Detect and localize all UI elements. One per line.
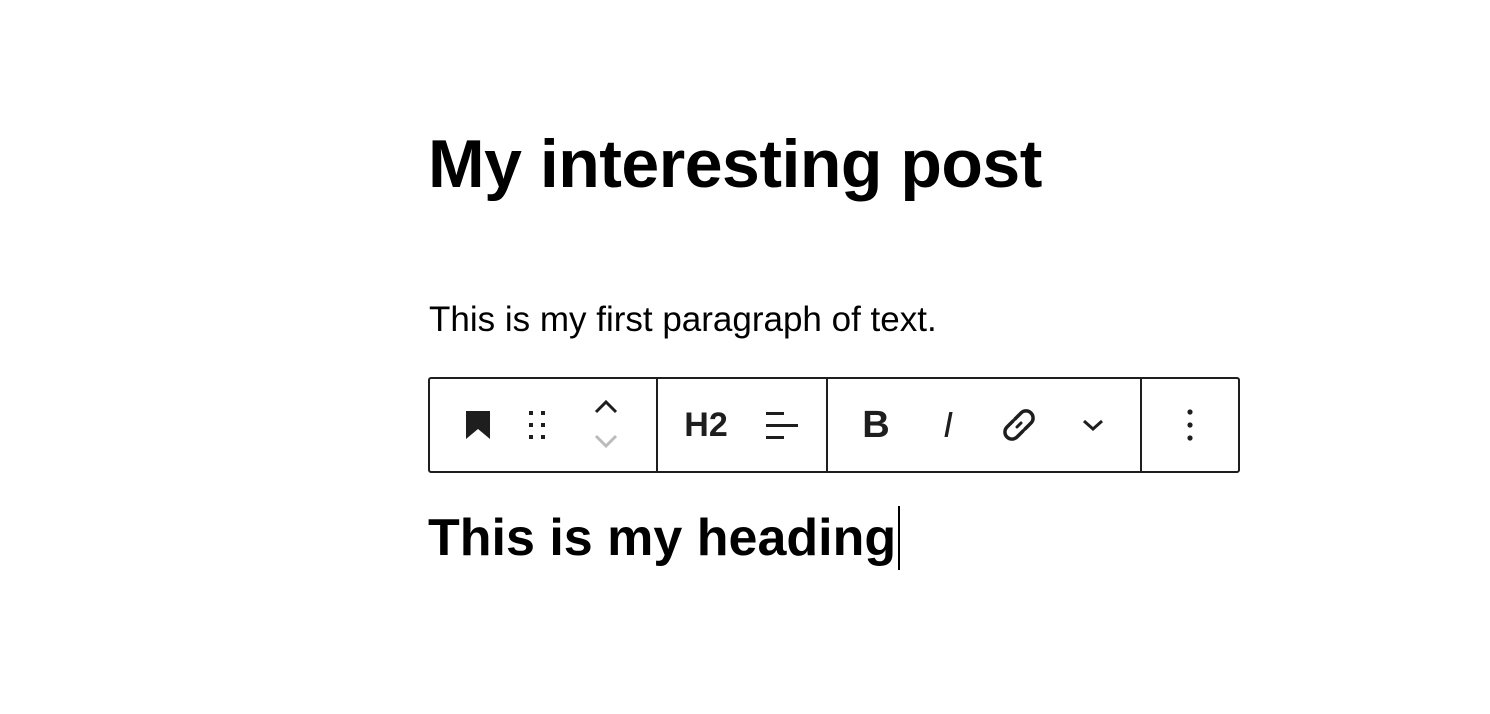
heading-text[interactable]: This is my heading <box>428 506 896 570</box>
more-formats-button[interactable] <box>1072 379 1114 471</box>
block-type-button[interactable] <box>460 379 496 471</box>
italic-button[interactable]: I <box>928 379 968 471</box>
bookmark-icon <box>465 410 491 440</box>
link-icon <box>1000 406 1038 444</box>
link-button[interactable] <box>994 379 1044 471</box>
more-vertical-icon <box>1186 408 1194 442</box>
align-button[interactable] <box>760 379 804 471</box>
paragraph-block[interactable]: This is my first paragraph of text. <box>429 298 937 342</box>
drag-handle-icon <box>527 410 547 440</box>
block-toolbar-group-format: B I <box>828 379 1142 471</box>
block-toolbar-group-options <box>1142 379 1238 471</box>
heading-block[interactable]: This is my heading <box>428 506 901 570</box>
chevron-up-icon <box>593 399 619 415</box>
drag-handle-button[interactable] <box>522 379 552 471</box>
block-toolbar: H2 B I <box>428 377 1240 473</box>
chevron-down-icon <box>593 433 619 449</box>
heading-level-button[interactable]: H2 <box>678 379 734 471</box>
text-caret <box>898 506 901 570</box>
block-editor-canvas: My interesting post This is my first par… <box>428 0 1240 714</box>
block-toolbar-group-block <box>430 379 658 471</box>
bold-button[interactable]: B <box>856 379 896 471</box>
chevron-down-icon <box>1081 418 1105 432</box>
options-button[interactable] <box>1170 379 1210 471</box>
post-title[interactable]: My interesting post <box>428 122 1042 206</box>
move-down-button[interactable] <box>588 421 624 461</box>
align-left-icon <box>764 409 800 441</box>
block-toolbar-group-heading: H2 <box>658 379 828 471</box>
